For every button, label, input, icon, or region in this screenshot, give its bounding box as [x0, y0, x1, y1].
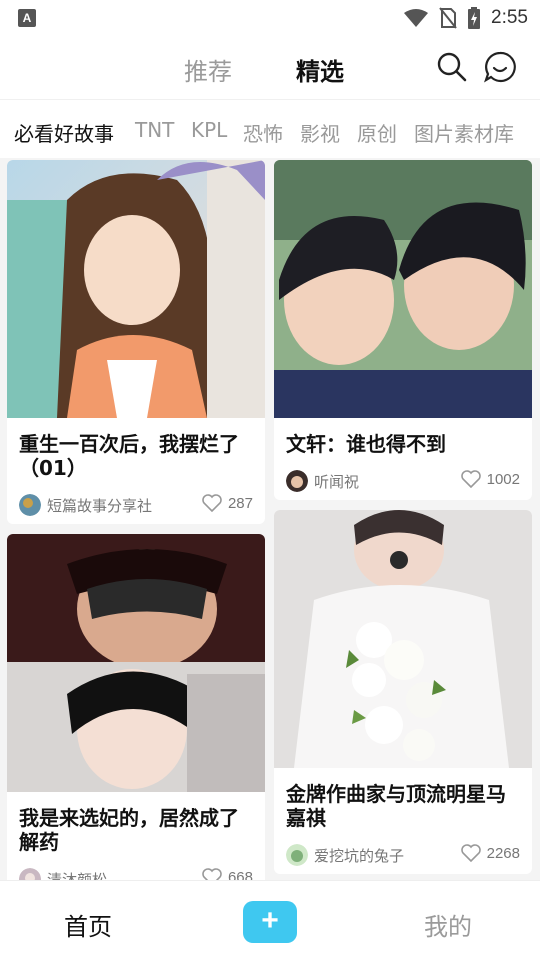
story-feed[interactable]: 重生一百次后，我摆烂了（01） 短篇故事分享社 287 文轩：谁也得不到 听闻祝…: [0, 158, 540, 880]
no-sim-icon: [439, 7, 457, 29]
category-image-library[interactable]: 图片素材库: [414, 118, 514, 147]
story-card[interactable]: 重生一百次后，我摆烂了（01） 短篇故事分享社 287: [7, 160, 265, 524]
like-count: 287: [227, 494, 253, 512]
search-icon: [437, 52, 467, 82]
like-count: 2268: [486, 844, 520, 862]
like-count: 668: [227, 868, 253, 881]
heart-icon: [460, 844, 481, 862]
card-title: 文轩：谁也得不到: [286, 432, 446, 456]
category-must-read[interactable]: 必看好故事: [14, 118, 114, 147]
card-title: 金牌作曲家与顶流明星马嘉祺: [286, 782, 506, 830]
card-author[interactable]: 听闻祝: [286, 470, 359, 492]
category-tnt[interactable]: TNT: [135, 118, 174, 142]
tab-recommend[interactable]: 推荐: [184, 52, 232, 87]
category-original[interactable]: 原创: [357, 118, 397, 147]
message-icon: [484, 51, 516, 83]
cover-image: [7, 160, 265, 418]
card-author[interactable]: 短篇故事分享社: [19, 494, 152, 516]
status-bar: A 2:55: [0, 0, 540, 36]
status-icons: 2:55: [403, 6, 528, 30]
card-author[interactable]: 清沐颜松: [19, 868, 107, 880]
status-time: 2:55: [491, 7, 528, 28]
story-card[interactable]: 我是来选妃的，居然成了解药 清沐颜松 668: [7, 534, 265, 880]
like-button[interactable]: 668: [202, 868, 253, 880]
category-film[interactable]: 影视: [300, 118, 340, 147]
create-button[interactable]: +: [243, 901, 297, 943]
cover-image: [274, 160, 532, 418]
app-notification-icon: A: [18, 9, 36, 27]
author-name: 爱挖坑的兔子: [314, 846, 405, 865]
battery-charging-icon: [468, 7, 481, 29]
like-button[interactable]: 1002: [460, 470, 520, 488]
story-card[interactable]: 文轩：谁也得不到 听闻祝 1002: [274, 160, 532, 500]
nav-home[interactable]: 首页: [64, 907, 112, 942]
heart-icon: [460, 470, 481, 488]
cover-image: [7, 534, 265, 792]
heart-icon: [202, 494, 222, 512]
heart-icon: [202, 868, 222, 880]
author-name: 短篇故事分享社: [47, 496, 153, 515]
author-avatar: [19, 868, 41, 880]
category-kpl[interactable]: KPL: [191, 118, 227, 142]
tab-featured[interactable]: 精选: [296, 52, 344, 87]
card-title: 我是来选妃的，居然成了解药: [19, 806, 239, 854]
cover-image: [274, 510, 532, 768]
like-count: 1002: [486, 470, 520, 488]
card-title: 重生一百次后，我摆烂了（01）: [19, 432, 239, 480]
top-bar: 推荐 精选: [0, 36, 540, 98]
story-card[interactable]: 金牌作曲家与顶流明星马嘉祺 爱挖坑的兔子 2268: [274, 510, 532, 874]
author-avatar: [286, 470, 308, 492]
author-avatar: [19, 494, 41, 516]
wifi-icon: [404, 9, 429, 27]
like-button[interactable]: 287: [202, 494, 253, 512]
category-bar: 必看好故事 TNT KPL 恐怖 影视 原创 图片素材库: [0, 100, 540, 158]
message-button[interactable]: [484, 51, 516, 83]
card-author[interactable]: 爱挖坑的兔子: [286, 844, 404, 866]
search-button[interactable]: [436, 51, 468, 83]
category-horror[interactable]: 恐怖: [243, 118, 283, 147]
author-name: 清沐颜松: [47, 870, 108, 881]
like-button[interactable]: 2268: [460, 844, 520, 862]
bottom-nav: 首页 + 我的: [0, 880, 540, 960]
author-name: 听闻祝: [314, 472, 360, 491]
nav-mine[interactable]: 我的: [424, 907, 472, 942]
author-avatar: [286, 844, 308, 866]
